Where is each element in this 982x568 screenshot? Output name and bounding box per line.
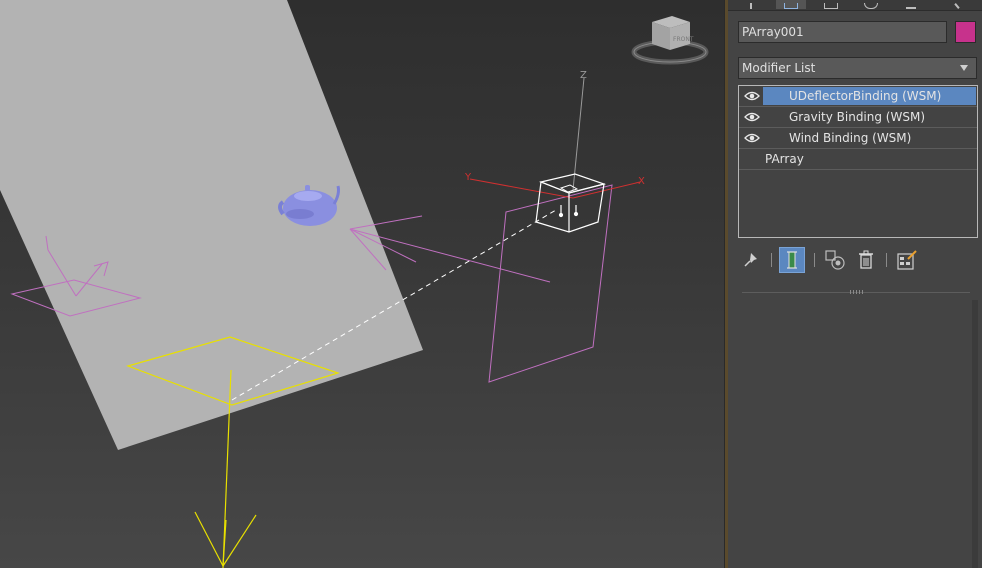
viewport-scene: Z Y X FRONT [0,0,709,568]
perspective-viewport[interactable]: Z Y X FRONT [0,0,724,568]
motion-tab-icon [864,3,878,9]
toolbar-separator [814,253,815,267]
hierarchy-tab[interactable] [816,0,846,9]
rollout-scrollbar[interactable] [972,300,978,568]
eye-icon[interactable] [744,91,760,101]
toolbar-separator [886,253,887,267]
wrench-icon [954,3,960,9]
gizmo-label-z: Z [580,70,587,81]
stack-item-gravitybinding[interactable]: Gravity Binding (WSM) [739,107,977,128]
create-tab[interactable] [736,0,766,9]
rollout-resize-grip[interactable] [850,290,864,294]
modify-tab[interactable] [776,0,806,9]
command-panel: Modifier List UDeflectorBinding (WSM) Gr… [728,0,982,568]
gizmo-label-y: Y [464,172,472,183]
gizmo-label-x: X [638,176,645,187]
configure-modifier-sets-button[interactable] [894,247,920,273]
pin-stack-button[interactable] [738,247,764,273]
configure-modifier-sets-icon [897,250,917,270]
display-tab-icon [906,7,916,9]
gravity-plane-gizmo[interactable] [488,184,613,383]
toolbar-separator [771,253,772,267]
make-unique-icon [825,250,845,270]
viewcube[interactable]: FRONT [631,16,709,65]
show-end-result-button[interactable] [779,247,805,273]
trash-icon [859,250,873,269]
motion-tab[interactable] [856,0,886,9]
stack-toolbar [738,245,978,275]
stack-item-windbinding[interactable]: Wind Binding (WSM) [739,128,977,149]
hierarchy-tab-icon [824,3,838,9]
modifier-stack[interactable]: UDeflectorBinding (WSM) Gravity Binding … [738,85,978,238]
stack-item-parray[interactable]: PArray [739,149,977,170]
object-name-field[interactable] [738,21,947,43]
deflector-plane[interactable] [0,0,423,450]
eye-icon[interactable] [744,112,760,122]
parray-selected-icon[interactable] [535,173,607,233]
object-color-swatch[interactable] [955,21,976,43]
modifier-list-dropdown[interactable]: Modifier List [738,57,977,79]
modify-tab-icon [784,3,798,9]
make-unique-button[interactable] [822,247,848,273]
show-end-result-icon [787,251,797,269]
stack-item-label: Wind Binding (WSM) [789,131,912,145]
stack-item-label: PArray [765,152,804,166]
utilities-tab[interactable] [942,0,972,9]
pin-icon [744,253,757,267]
modifier-list-label: Modifier List [742,61,816,75]
chevron-down-icon [960,65,968,71]
create-tab-icon [750,3,752,9]
remove-modifier-button[interactable] [853,247,879,273]
stack-item-label: Gravity Binding (WSM) [789,110,926,124]
stack-item-label: UDeflectorBinding (WSM) [789,89,942,103]
command-panel-tabs [728,0,982,11]
display-tab[interactable] [896,0,926,9]
eye-icon[interactable] [744,133,760,143]
stack-item-udeflectorbinding[interactable]: UDeflectorBinding (WSM) [739,86,977,107]
viewcube-face-label: FRONT [673,36,694,43]
